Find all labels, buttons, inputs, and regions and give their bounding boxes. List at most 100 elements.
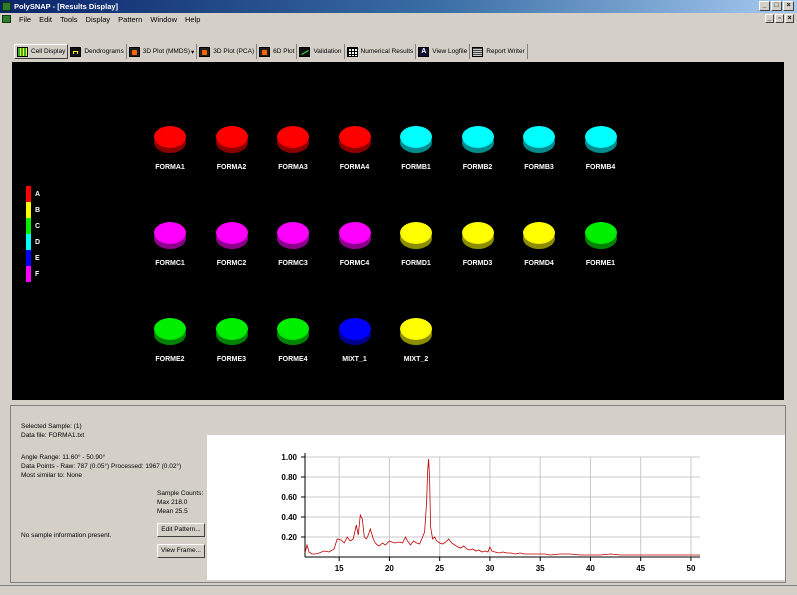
sample-disc-icon[interactable]: [584, 126, 617, 153]
mdi-restore-button[interactable]: ▫: [775, 14, 784, 23]
sample-label: MIXT_2: [403, 356, 429, 363]
sample-cell[interactable]: MIXT_1: [329, 318, 381, 363]
sample-disc-icon[interactable]: [154, 318, 186, 345]
sample-disc-icon[interactable]: [400, 126, 432, 153]
sample-cell[interactable]: FORMD4: [513, 222, 565, 267]
data-file-label: Data file: FORMA1.txt: [21, 432, 85, 439]
sample-disc-icon[interactable]: [338, 318, 371, 345]
logfile-icon: A: [418, 46, 430, 57]
sample-cell[interactable]: FORMC4: [329, 222, 381, 267]
sample-disc-icon[interactable]: [215, 126, 248, 153]
view-toolbar: Cell Display Dendrograms 3D Plot (MMDS) …: [14, 43, 528, 60]
sample-disc-icon[interactable]: [461, 222, 494, 249]
legend-label: F: [35, 270, 40, 278]
menu-tools[interactable]: Tools: [56, 15, 82, 24]
tab-validation[interactable]: Validation: [297, 44, 345, 59]
x-tick-label: 15: [335, 564, 344, 573]
app-icon: [2, 2, 11, 11]
menu-pattern[interactable]: Pattern: [114, 15, 146, 24]
sample-cell[interactable]: FORMA4: [329, 126, 381, 171]
sample-cell[interactable]: FORMA3: [267, 126, 319, 171]
pattern-plot[interactable]: 0.20 0.40 0.60 0.80 1.00 15 20 25 30 35 40 45 50: [207, 435, 785, 580]
minimize-button[interactable]: _: [759, 1, 770, 11]
y-tick-label: 0.80: [281, 473, 297, 482]
sample-cell[interactable]: FORMB4: [575, 126, 627, 171]
sample-label: FORMA1: [155, 164, 185, 171]
tab-3d-plot-pca[interactable]: 3D Plot (PCA): [197, 44, 258, 59]
sample-disc-icon[interactable]: [338, 222, 371, 249]
sample-cell[interactable]: MIXT_2: [390, 318, 442, 363]
tab-numerical-results[interactable]: Numerical Results: [345, 44, 417, 59]
maximize-button[interactable]: □: [771, 1, 782, 11]
sample-cell[interactable]: FORMD1: [390, 222, 442, 267]
sample-counts-title: Sample Counts:: [157, 490, 204, 497]
sample-disc-icon[interactable]: [400, 318, 432, 345]
menu-file[interactable]: File: [15, 15, 35, 24]
sample-disc-icon[interactable]: [215, 318, 248, 345]
sample-disc-icon[interactable]: [277, 318, 309, 345]
sample-disc-icon[interactable]: [154, 126, 186, 153]
sample-disc-icon[interactable]: [215, 222, 248, 249]
sample-disc-icon[interactable]: [584, 222, 617, 249]
sample-disc-icon[interactable]: [277, 126, 309, 153]
sample-info: Selected Sample: (1) Data file: FORMA1.t…: [11, 406, 207, 582]
document-icon[interactable]: [2, 15, 11, 23]
tab-label: View Logfile: [432, 48, 468, 55]
sample-cell[interactable]: FORME3: [206, 318, 258, 363]
sample-cell[interactable]: FORMA1: [144, 126, 196, 171]
legend-item: C: [26, 218, 46, 234]
menu-window[interactable]: Window: [146, 15, 181, 24]
selected-sample-label: Selected Sample: (1): [21, 423, 82, 430]
sample-disc-icon[interactable]: [400, 222, 432, 249]
y-tick-label: 1.00: [281, 453, 297, 462]
sample-cell[interactable]: FORME4: [267, 318, 319, 363]
edit-pattern-button[interactable]: Edit Pattern...: [157, 523, 205, 537]
tab-label: 3D Plot (PCA): [213, 48, 255, 55]
legend-swatch: [26, 218, 31, 234]
dropdown-arrow-icon[interactable]: ▾: [191, 48, 194, 56]
sample-cell[interactable]: FORME2: [144, 318, 196, 363]
sample-cell[interactable]: FORMC3: [267, 222, 319, 267]
menu-display[interactable]: Display: [82, 15, 115, 24]
sample-disc-icon[interactable]: [461, 126, 494, 153]
sample-cell[interactable]: FORMC2: [206, 222, 258, 267]
sample-cell[interactable]: FORMB3: [513, 126, 565, 171]
tab-view-logfile[interactable]: A View Logfile: [416, 44, 471, 59]
tab-cell-display[interactable]: Cell Display: [14, 44, 69, 59]
x-tick-label: 50: [687, 564, 696, 573]
sample-cell[interactable]: FORMB2: [452, 126, 504, 171]
menu-help[interactable]: Help: [181, 15, 204, 24]
mdi-minimize-button[interactable]: _: [765, 14, 774, 23]
tab-3d-plot-mmds[interactable]: 3D Plot (MMDS) ▾: [127, 44, 198, 59]
sample-disc-icon[interactable]: [277, 222, 309, 249]
x-tick-label: 40: [586, 564, 595, 573]
most-similar-label: Most similar to: None: [21, 472, 83, 479]
sample-cell[interactable]: FORME1: [575, 222, 627, 267]
sample-disc-icon[interactable]: [523, 126, 555, 153]
sample-label: FORMC4: [339, 260, 370, 267]
sample-label: FORMB2: [462, 164, 493, 171]
data-points-label: Data Points - Raw: 787 (0.05°) Processed…: [21, 463, 182, 470]
tab-report-writer[interactable]: Report Writer: [470, 44, 528, 59]
tab-dendrograms[interactable]: Dendrograms: [68, 44, 127, 59]
tab-label: Numerical Results: [360, 48, 414, 55]
sample-cell[interactable]: FORMB1: [390, 126, 442, 171]
sample-cell[interactable]: FORMA2: [206, 126, 258, 171]
sample-cell[interactable]: FORMC1: [144, 222, 196, 267]
x-tick-label: 30: [485, 564, 494, 573]
legend-label: C: [35, 222, 41, 230]
sample-label: FORMC1: [155, 260, 185, 267]
close-button[interactable]: ×: [783, 1, 794, 11]
sample-cell[interactable]: FORMD3: [452, 222, 504, 267]
sample-disc-icon[interactable]: [338, 126, 371, 153]
menu-edit[interactable]: Edit: [35, 15, 56, 24]
view-frame-button[interactable]: View Frame...: [157, 544, 205, 558]
legend-label: D: [35, 238, 41, 246]
legend-swatch: [26, 186, 31, 202]
tab-6d-plot[interactable]: 6D Plot: [257, 44, 298, 59]
legend-swatch: [26, 202, 31, 218]
mdi-close-button[interactable]: ×: [785, 14, 794, 23]
sample-label: FORME1: [585, 260, 616, 267]
sample-disc-icon[interactable]: [523, 222, 555, 249]
sample-disc-icon[interactable]: [154, 222, 186, 249]
